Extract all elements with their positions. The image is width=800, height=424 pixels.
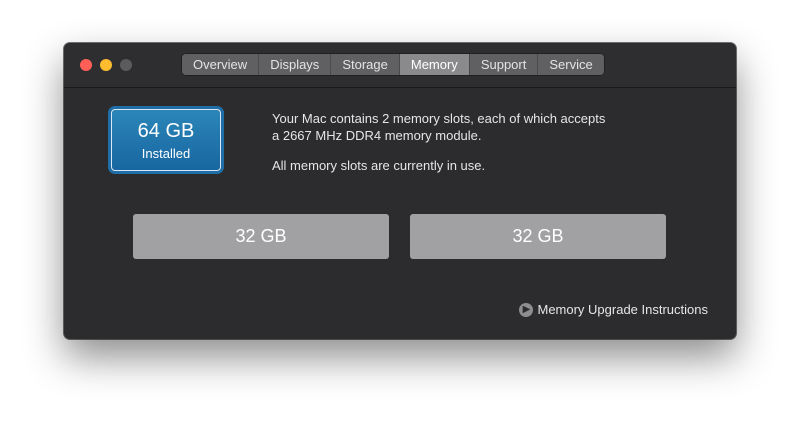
tab-support[interactable]: Support bbox=[469, 54, 539, 75]
slot-status-text: All memory slots are currently in use. bbox=[272, 158, 486, 173]
installed-memory-badge: 64 GB Installed bbox=[111, 109, 221, 171]
tab-service[interactable]: Service bbox=[538, 54, 604, 75]
tab-memory[interactable]: Memory bbox=[399, 54, 470, 75]
tab-storage[interactable]: Storage bbox=[331, 54, 400, 75]
memory-slot-2: 32 GB bbox=[410, 214, 666, 259]
tab-bar: Overview Displays Storage Memory Support… bbox=[182, 54, 604, 75]
minimize-button[interactable] bbox=[100, 59, 112, 71]
tab-displays[interactable]: Displays bbox=[259, 54, 332, 75]
zoom-button[interactable] bbox=[120, 59, 132, 71]
memory-upgrade-instructions-link[interactable]: ▶ Memory Upgrade Instructions bbox=[519, 302, 708, 317]
about-this-mac-window: Overview Displays Storage Memory Support… bbox=[64, 43, 736, 339]
description-line-2: a 2667 MHz DDR4 memory module. bbox=[272, 128, 482, 143]
description-line-1: Your Mac contains 2 memory slots, each o… bbox=[272, 111, 606, 126]
tab-overview[interactable]: Overview bbox=[182, 54, 260, 75]
upgrade-link-label: Memory Upgrade Instructions bbox=[537, 302, 708, 317]
arrow-right-circle-icon: ▶ bbox=[519, 302, 534, 317]
close-button[interactable] bbox=[80, 59, 92, 71]
memory-slot-1: 32 GB bbox=[133, 214, 389, 259]
title-bar: Overview Displays Storage Memory Support… bbox=[64, 43, 736, 88]
installed-memory-size: 64 GB bbox=[137, 120, 195, 142]
installed-memory-label: Installed bbox=[141, 146, 191, 161]
memory-description: Your Mac contains 2 memory slots, each o… bbox=[272, 110, 692, 174]
